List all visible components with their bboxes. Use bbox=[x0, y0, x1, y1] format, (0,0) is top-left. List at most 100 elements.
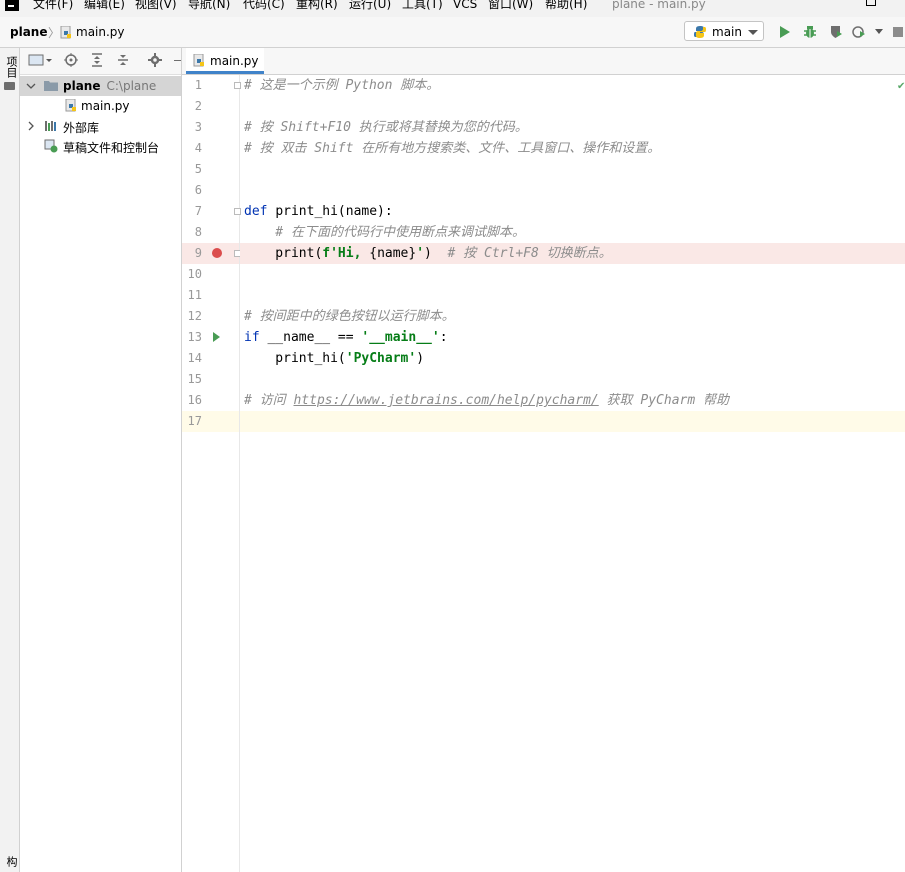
line-number: 2 bbox=[194, 99, 202, 113]
code-line[interactable]: if __name__ == '__main__': bbox=[240, 327, 905, 348]
code-text: # 按间距中的绿色按钮以运行脚本。 bbox=[244, 306, 455, 327]
folder-icon bbox=[4, 82, 15, 90]
code-token: # 按 双击 Shift 在所有地方搜索类、文件、工具窗口、操作和设置。 bbox=[244, 141, 661, 156]
line-number: 16 bbox=[187, 393, 202, 407]
line-number: 9 bbox=[194, 246, 202, 260]
tree-item-label: 外部库 bbox=[63, 121, 100, 135]
code-line[interactable]: # 按 双击 Shift 在所有地方搜索类、文件、工具窗口、操作和设置。 bbox=[240, 138, 905, 159]
code-line[interactable]: # 按 Shift+F10 执行或将其替换为您的代码。 bbox=[240, 117, 905, 138]
code-line[interactable]: # 这是一个示例 Python 脚本。 bbox=[240, 75, 905, 96]
code-token: # 按 Shift+F10 执行或将其替换为您的代码。 bbox=[244, 120, 528, 135]
code-line[interactable]: def print_hi(name): bbox=[240, 201, 905, 222]
tree-item-project-root[interactable]: plane C:\plane bbox=[20, 76, 181, 96]
coverage-icon[interactable] bbox=[829, 25, 843, 39]
menu-code[interactable]: 代码(C) bbox=[243, 0, 285, 11]
line-number: 17 bbox=[187, 414, 202, 428]
tree-item-label: 草稿文件和控制台 bbox=[63, 141, 160, 155]
project-root-path: C:\plane bbox=[106, 79, 157, 93]
menu-edit[interactable]: 编辑(E) bbox=[84, 0, 125, 11]
code-token: if bbox=[244, 330, 268, 345]
code-token: print_hi( bbox=[244, 351, 346, 366]
profile-icon[interactable] bbox=[852, 25, 866, 39]
code-token: # 访问 bbox=[244, 393, 294, 408]
menu-vcs[interactable]: VCS bbox=[453, 0, 477, 11]
code-line[interactable] bbox=[240, 411, 905, 432]
code-line[interactable] bbox=[240, 180, 905, 201]
code-token: ) bbox=[416, 351, 425, 366]
menu-run[interactable]: 运行(U) bbox=[349, 0, 391, 11]
line-number: 15 bbox=[187, 372, 202, 386]
locate-file-icon[interactable] bbox=[64, 53, 78, 67]
gutter-run-icon[interactable] bbox=[213, 332, 220, 342]
chevron-right-icon[interactable] bbox=[26, 121, 36, 131]
code-text: # 按 双击 Shift 在所有地方搜索类、文件、工具窗口、操作和设置。 bbox=[244, 138, 660, 159]
tree-item-external-libraries[interactable]: 外部库 bbox=[20, 116, 181, 136]
code-token: ) bbox=[424, 246, 448, 261]
editor-area: main.py 1 2 3 4 5 6 7 8 9 10 11 12 13 14 15 16 17 # 这是一个… bbox=[182, 48, 905, 872]
stop-icon[interactable] bbox=[893, 27, 903, 37]
code-line[interactable]: print_hi('PyCharm') bbox=[240, 348, 905, 369]
breadcrumb-separator-icon: 〉 bbox=[48, 26, 61, 40]
breadcrumb-file[interactable]: main.py bbox=[76, 25, 125, 39]
breadcrumb-project[interactable]: plane bbox=[10, 25, 47, 39]
tree-item-main-py[interactable]: main.py bbox=[20, 96, 181, 116]
maximize-icon[interactable] bbox=[866, 0, 876, 6]
inspection-ok-icon[interactable]: ✔ bbox=[897, 81, 905, 92]
code-token: {name} bbox=[369, 246, 417, 261]
more-run-options-chevron-icon[interactable] bbox=[875, 29, 883, 34]
line-number: 12 bbox=[187, 309, 202, 323]
code-token: print_hi(name): bbox=[275, 204, 393, 219]
line-number: 4 bbox=[194, 141, 202, 155]
breakpoint-icon[interactable] bbox=[212, 248, 222, 258]
menu-bar: 文件(F) 编辑(E) 视图(V) 导航(N) 代码(C) 重构(R) 运行(U… bbox=[0, 0, 905, 17]
code-token: '__main__' bbox=[361, 330, 440, 345]
code-token: # 按 Ctrl+F8 切换断点。 bbox=[447, 246, 612, 261]
code-line[interactable] bbox=[240, 159, 905, 180]
chevron-down-icon[interactable] bbox=[26, 81, 36, 91]
line-number: 5 bbox=[194, 162, 202, 176]
editor-tab-label: main.py bbox=[210, 54, 259, 68]
code-token: # 按间距中的绿色按钮以运行脚本。 bbox=[244, 309, 455, 324]
python-file-icon bbox=[65, 99, 76, 112]
project-view-dropdown-icon[interactable] bbox=[28, 53, 56, 67]
code-line[interactable] bbox=[240, 285, 905, 306]
code-line[interactable] bbox=[240, 369, 905, 390]
code-token: # 在下面的代码行中使用断点来调试脚本。 bbox=[244, 225, 525, 240]
gear-icon[interactable] bbox=[148, 53, 162, 67]
code-line[interactable]: # 访问 https://www.jetbrains.com/help/pych… bbox=[240, 390, 905, 411]
line-number: 13 bbox=[187, 330, 202, 344]
editor-gutter[interactable]: 1 2 3 4 5 6 7 8 9 10 11 12 13 14 15 16 17 bbox=[182, 75, 241, 872]
code-line[interactable]: # 在下面的代码行中使用断点来调试脚本。 bbox=[240, 222, 905, 243]
line-number: 11 bbox=[187, 288, 202, 302]
code-link[interactable]: https://www.jetbrains.com/help/pycharm/ bbox=[293, 393, 598, 408]
debug-icon[interactable] bbox=[803, 25, 817, 39]
code-line[interactable] bbox=[240, 96, 905, 117]
collapse-all-icon[interactable] bbox=[116, 53, 130, 67]
editor-tab-main-py[interactable]: main.py bbox=[186, 48, 264, 74]
line-number: 8 bbox=[194, 225, 202, 239]
run-icon[interactable] bbox=[778, 25, 792, 39]
menu-help[interactable]: 帮助(H) bbox=[545, 0, 587, 11]
library-icon bbox=[45, 121, 56, 131]
hide-panel-icon[interactable] bbox=[174, 60, 181, 61]
project-panel: plane C:\plane main.py 外部库 草稿文件和控制台 bbox=[20, 48, 182, 872]
navigation-bar: plane 〉 main.py main bbox=[0, 17, 905, 48]
code-line[interactable]: print(f'Hi, {name}') # 按 Ctrl+F8 切换断点。 bbox=[240, 243, 905, 264]
menu-view[interactable]: 视图(V) bbox=[135, 0, 177, 11]
line-number: 1 bbox=[194, 78, 202, 92]
code-text: print(f'Hi, {name}') # 按 Ctrl+F8 切换断点。 bbox=[244, 243, 612, 264]
expand-all-icon[interactable] bbox=[90, 53, 104, 67]
menu-window[interactable]: 窗口(W) bbox=[488, 0, 533, 11]
code-line[interactable]: # 按间距中的绿色按钮以运行脚本。 bbox=[240, 306, 905, 327]
code-text: # 按 Shift+F10 执行或将其替换为您的代码。 bbox=[244, 117, 528, 138]
menu-file[interactable]: 文件(F) bbox=[33, 0, 73, 11]
menu-navigate[interactable]: 导航(N) bbox=[188, 0, 230, 11]
run-configuration-selector[interactable]: main bbox=[684, 21, 764, 41]
menu-tools[interactable]: 工具(T) bbox=[402, 0, 443, 11]
code-area[interactable]: # 这是一个示例 Python 脚本。 # 按 Shift+F10 执行或将其替换… bbox=[240, 75, 905, 872]
project-tool-window-tab[interactable]: 项目 bbox=[3, 56, 19, 78]
code-text: # 访问 https://www.jetbrains.com/help/pych… bbox=[244, 390, 729, 411]
menu-refactor[interactable]: 重构(R) bbox=[296, 0, 338, 11]
code-line[interactable] bbox=[240, 264, 905, 285]
tree-item-scratches[interactable]: 草稿文件和控制台 bbox=[20, 136, 181, 156]
